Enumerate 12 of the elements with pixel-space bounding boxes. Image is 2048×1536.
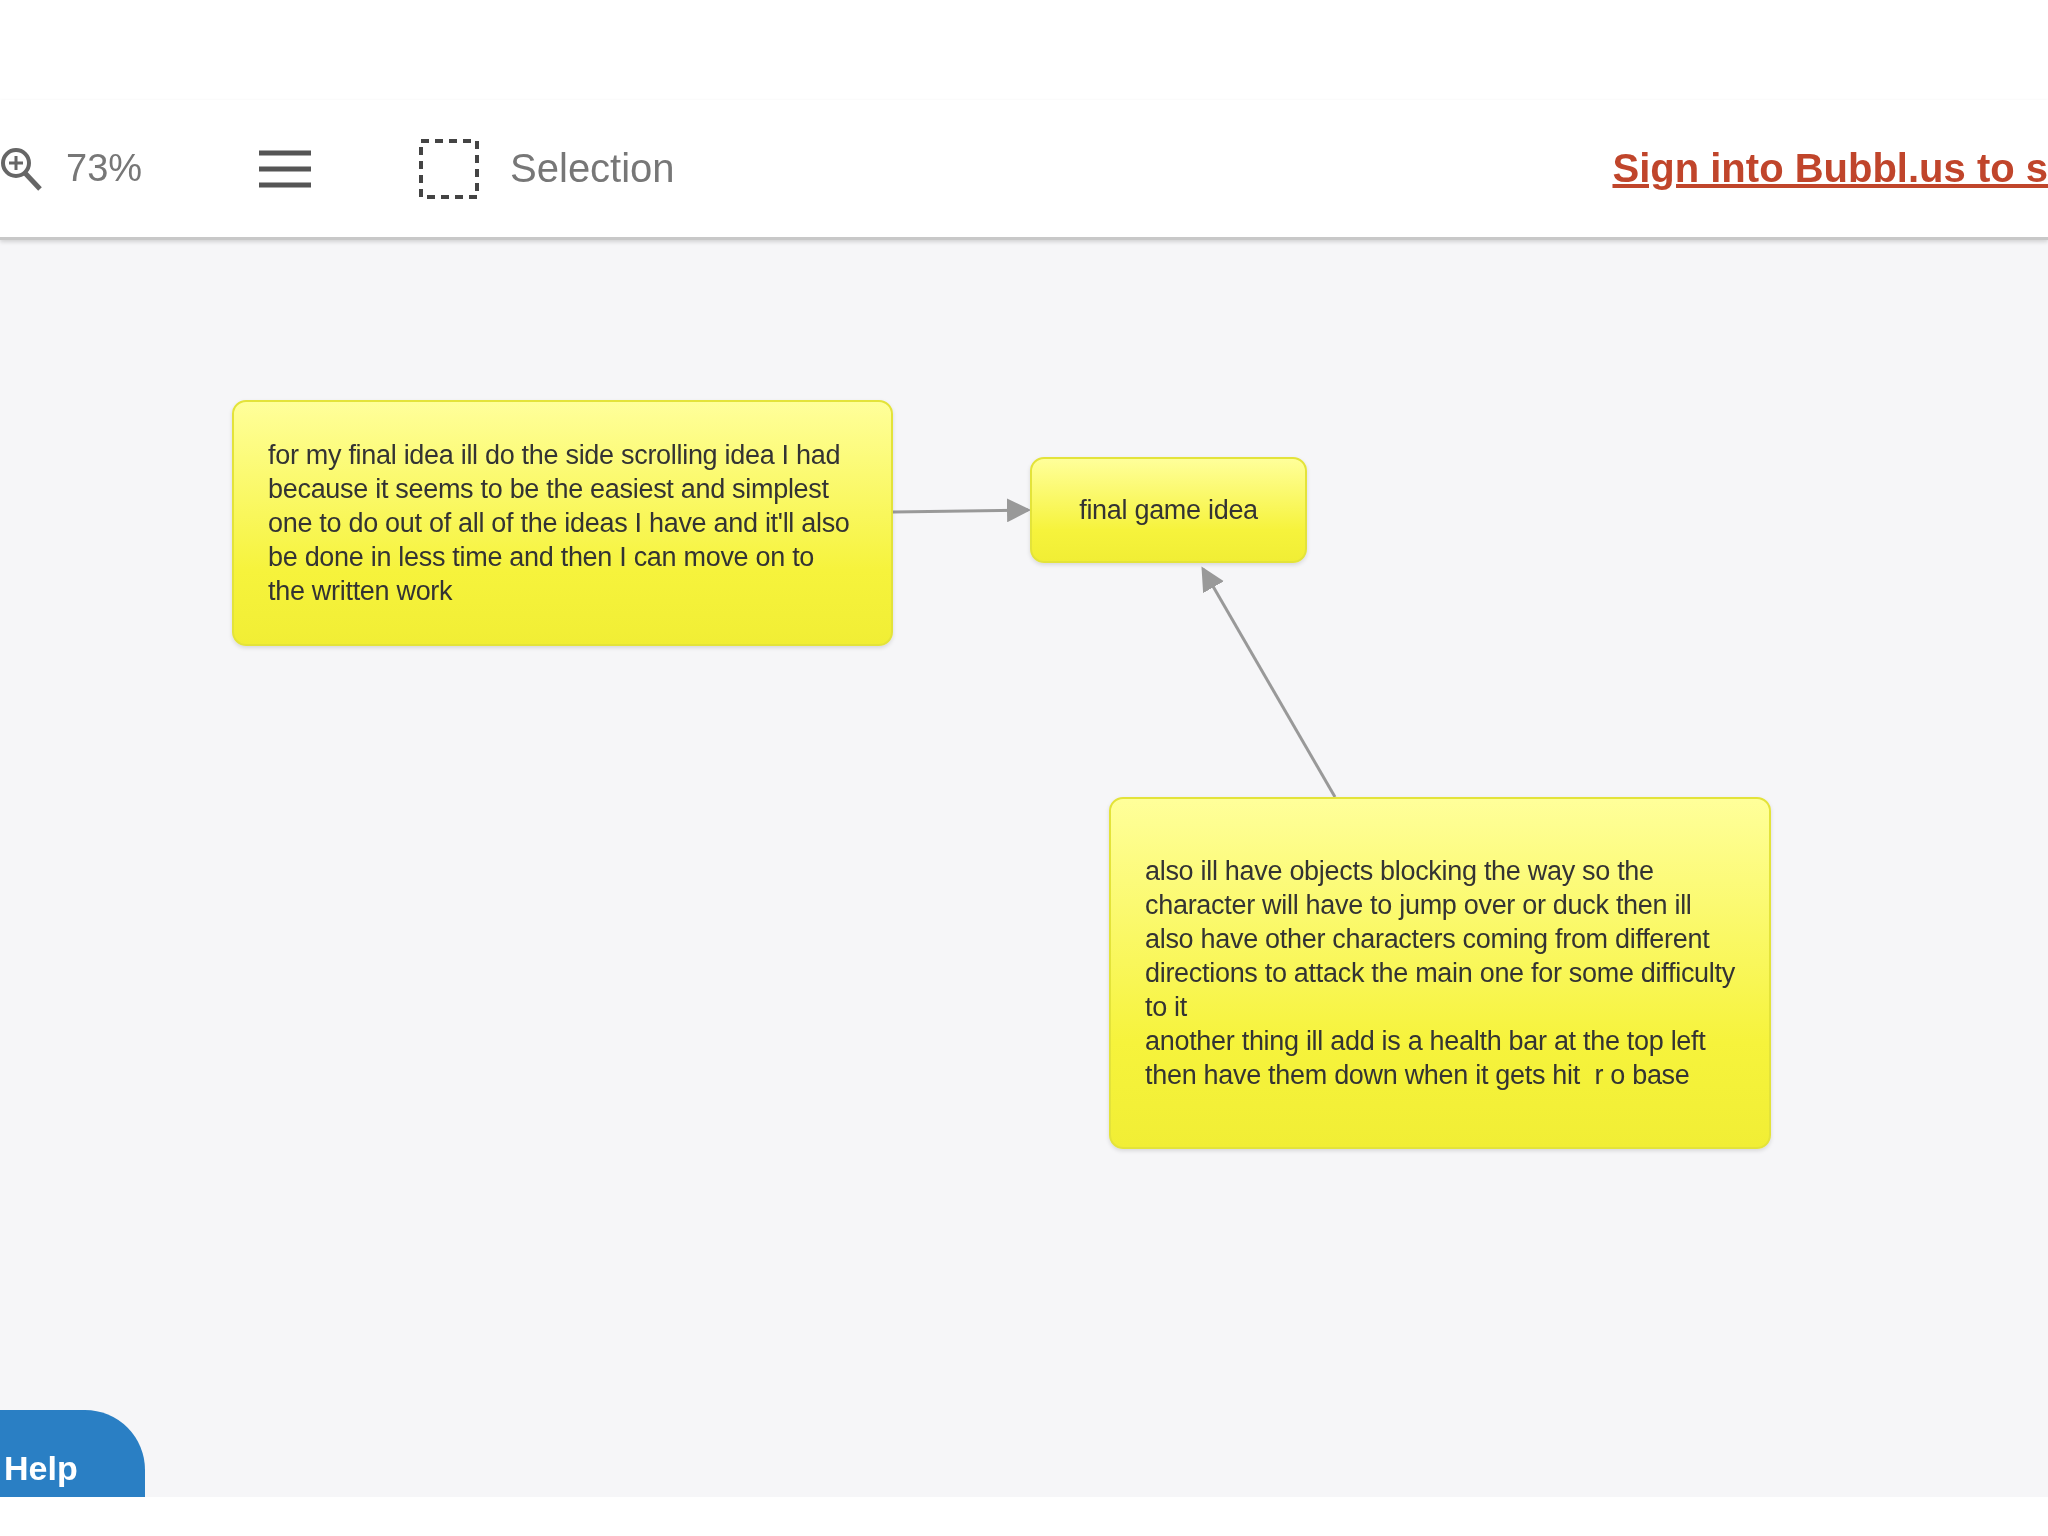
zoom-level: 73% — [66, 147, 143, 190]
selection-icon[interactable] — [418, 137, 481, 200]
mind-map-node[interactable]: final game idea — [1030, 457, 1307, 563]
node-text: final game idea — [1079, 494, 1258, 527]
mind-map-node[interactable] — [232, 400, 893, 646]
mind-map-node[interactable] — [1109, 797, 1771, 1149]
menu-icon[interactable] — [257, 148, 314, 189]
help-button[interactable]: Help — [0, 1410, 145, 1497]
tool-label[interactable]: Selection — [510, 146, 675, 191]
node-text: also ill have objects blocking the way so the character will have to jump over or duck then ill also have other characters coming from different directions to attack the main one for some difficulty to it another thing ill add is a health bar at the top left then have them down when it gets hit r o base — [1145, 855, 1735, 1092]
sign-in-link[interactable]: Sign into Bubbl.us to s — [1612, 146, 2048, 191]
node-text: for my final idea ill do the side scrolling idea I had because it seems to be the easiest and simplest one to do out of all of the ideas I have and it'll also be done in less time and then I can move on to the written work — [268, 439, 851, 608]
